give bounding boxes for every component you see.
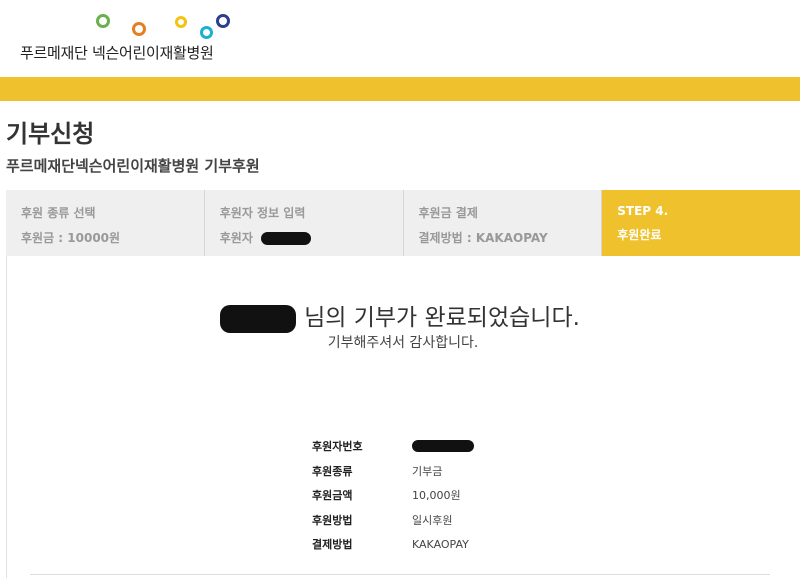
info-row: 후원자번호 <box>312 434 474 459</box>
site-logo[interactable]: 푸르메재단 넥슨어린이재활병원 <box>20 10 250 70</box>
info-label: 후원자번호 <box>312 440 363 454</box>
info-row: 후원종류 기부금 <box>312 459 474 484</box>
step-1-detail: 후원금 : 10000원 <box>21 231 121 245</box>
info-label: 후원금액 <box>312 489 353 503</box>
redacted-donor-name <box>220 304 297 333</box>
logo-dot-yellow <box>175 16 187 28</box>
completion-text: 님의 기부가 완료되었습니다. <box>304 305 580 331</box>
site-header: 푸르메재단 넥슨어린이재활병원 <box>0 0 800 76</box>
page-subtitle: 푸르메재단넥슨어린이재활병원 기부후원 <box>6 157 260 175</box>
step-4-title: STEP 4. <box>617 204 669 218</box>
step-4: STEP 4. 후원완료 <box>602 190 800 256</box>
info-value: 일시후원 <box>412 513 453 527</box>
logo-dot-teal <box>200 26 213 39</box>
step-2-detail: 후원자 <box>219 231 253 245</box>
info-label: 결제방법 <box>312 538 353 552</box>
nav-bar <box>0 77 800 101</box>
step-2-detail-row: 후원자 <box>220 229 403 246</box>
page-title: 기부신청 <box>6 120 95 148</box>
redacted-donor-number <box>412 440 474 453</box>
divider <box>30 574 770 575</box>
info-label: 후원종류 <box>312 464 353 478</box>
step-3: 후원금 결제 결제방법 : KAKAOPAY <box>403 190 603 256</box>
info-row: 후원방법 일시후원 <box>312 508 474 533</box>
step-1: 후원 종류 선택 후원금 : 10000원 <box>6 190 205 256</box>
step-1-title: 후원 종류 선택 <box>21 206 96 220</box>
step-4-detail: 후원완료 <box>617 228 662 242</box>
logo-text: 푸르메재단 넥슨어린이재활병원 <box>20 44 214 62</box>
logo-dot-orange <box>132 22 146 36</box>
completion-message: 님의 기부가 완료되었습니다. <box>0 298 800 333</box>
step-3-title: 후원금 결제 <box>418 206 478 220</box>
info-row: 후원금액 10,000원 <box>312 483 474 508</box>
info-row: 결제방법 KAKAOPAY <box>312 532 474 557</box>
logo-dot-green <box>96 14 110 28</box>
redacted-donor-name <box>261 232 312 245</box>
step-3-detail: 결제방법 : KAKAOPAY <box>418 231 548 245</box>
step-2: 후원자 정보 입력 후원자 <box>204 190 404 256</box>
logo-dot-navy <box>216 14 230 28</box>
thanks-message: 기부해주셔서 감사합니다. <box>327 335 479 351</box>
step-progress: 후원 종류 선택 후원금 : 10000원 후원자 정보 입력 후원자 후원금 … <box>6 190 800 256</box>
info-value: KAKAOPAY <box>412 537 469 551</box>
info-value: 10,000원 <box>412 489 461 503</box>
info-value: 기부금 <box>412 464 443 478</box>
step-2-title: 후원자 정보 입력 <box>219 206 306 220</box>
donation-info: 후원자번호 후원종류 기부금 후원금액 10,000원 후원방법 일시후원 결제… <box>312 434 474 557</box>
info-label: 후원방법 <box>312 513 353 527</box>
